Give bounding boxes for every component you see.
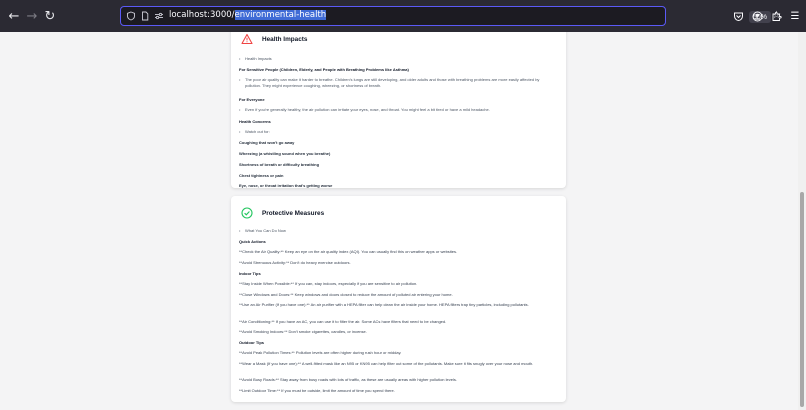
menu-icon[interactable]: ☰ bbox=[788, 9, 802, 23]
tip-item: **Wear a Mask (If you have one):** A wel… bbox=[239, 361, 534, 366]
page-scrollbar[interactable] bbox=[798, 32, 806, 410]
tip-item: **Check the Air Quality:** Keep an eye o… bbox=[239, 249, 458, 254]
tip-item: **Avoid Busy Roads:** Stay away from bus… bbox=[239, 377, 457, 382]
section-heading: Outdoor Tips bbox=[239, 340, 265, 345]
concern-item: Chest tightness or pain bbox=[239, 173, 284, 178]
health-impacts-card: Health Impacts • Health Impacts For Sensi… bbox=[231, 32, 566, 188]
section-heading: Health Concerns bbox=[239, 119, 271, 124]
page-icon[interactable] bbox=[139, 10, 151, 22]
extensions-icon[interactable] bbox=[769, 9, 783, 23]
concern-item: Wheezing (a whistling sound when you bre… bbox=[239, 151, 331, 156]
shield-icon[interactable] bbox=[125, 10, 137, 22]
list-item: • What You Can Do Now bbox=[239, 228, 286, 233]
tip-item: **Avoid Strenuous Activity:** Don't do h… bbox=[239, 260, 351, 265]
section-heading: Quick Actions bbox=[239, 239, 266, 244]
list-item: • Even if you're generally healthy, the a… bbox=[239, 107, 490, 112]
section-heading: For Everyone bbox=[239, 97, 265, 102]
concern-item: Coughing that won't go away bbox=[239, 140, 295, 145]
list-item: • Health Impacts bbox=[239, 56, 272, 61]
card-title: Health Impacts bbox=[262, 35, 308, 43]
tip-item: **Air Conditioning:** If you have an AC,… bbox=[239, 319, 447, 324]
warning-triangle-icon bbox=[241, 33, 253, 45]
scrollbar-thumb[interactable] bbox=[800, 192, 804, 407]
tip-item: **Avoid Smoking Indoors:** Don't smoke c… bbox=[239, 329, 367, 334]
tip-item: **Use an Air Purifier (If you have one):… bbox=[239, 302, 529, 307]
back-arrow-icon[interactable]: ← bbox=[5, 7, 23, 25]
tip-item: **Close Windows and Doors:** Keep window… bbox=[239, 292, 453, 297]
pocket-icon[interactable] bbox=[731, 9, 745, 23]
check-circle-icon bbox=[241, 207, 253, 219]
url-bar[interactable]: localhost:3000/environmental-health 50% … bbox=[120, 6, 781, 26]
card-title: Protective Measures bbox=[262, 209, 325, 217]
concern-item: Shortness of breath or difficulty breath… bbox=[239, 162, 320, 167]
account-icon[interactable] bbox=[750, 9, 764, 23]
page-content: Health Impacts • Health Impacts For Sensi… bbox=[0, 32, 798, 410]
protective-measures-card: Protective Measures • What You Can Do Now… bbox=[231, 196, 566, 402]
tip-item: **Stay Inside When Possible:** If you ca… bbox=[239, 281, 418, 286]
tip-item: **Avoid Peak Pollution Times:** Pollutio… bbox=[239, 350, 402, 355]
section-heading: Indoor Tips bbox=[239, 271, 261, 276]
reload-icon[interactable]: ↻ bbox=[41, 7, 59, 25]
url-text[interactable]: localhost:3000/environmental-health bbox=[169, 10, 327, 20]
browser-toolbar: ← → ↻ localhost:3000/environmental-healt… bbox=[0, 0, 806, 32]
list-item: • Watch out for: bbox=[239, 129, 270, 134]
health-impacts-header: Health Impacts bbox=[241, 33, 307, 45]
section-heading: For Sensitive People (Children, Elderly,… bbox=[239, 67, 409, 72]
tip-item: **Limit Outdoor Time:** If you must be o… bbox=[239, 388, 395, 393]
forward-arrow-icon[interactable]: → bbox=[23, 7, 41, 25]
list-item: • The poor air quality can make it harder… bbox=[239, 77, 540, 88]
protective-measures-header: Protective Measures bbox=[241, 207, 324, 219]
concern-item: Eye, nose, or throat irritation that's g… bbox=[239, 183, 333, 188]
permissions-icon[interactable] bbox=[153, 10, 165, 22]
